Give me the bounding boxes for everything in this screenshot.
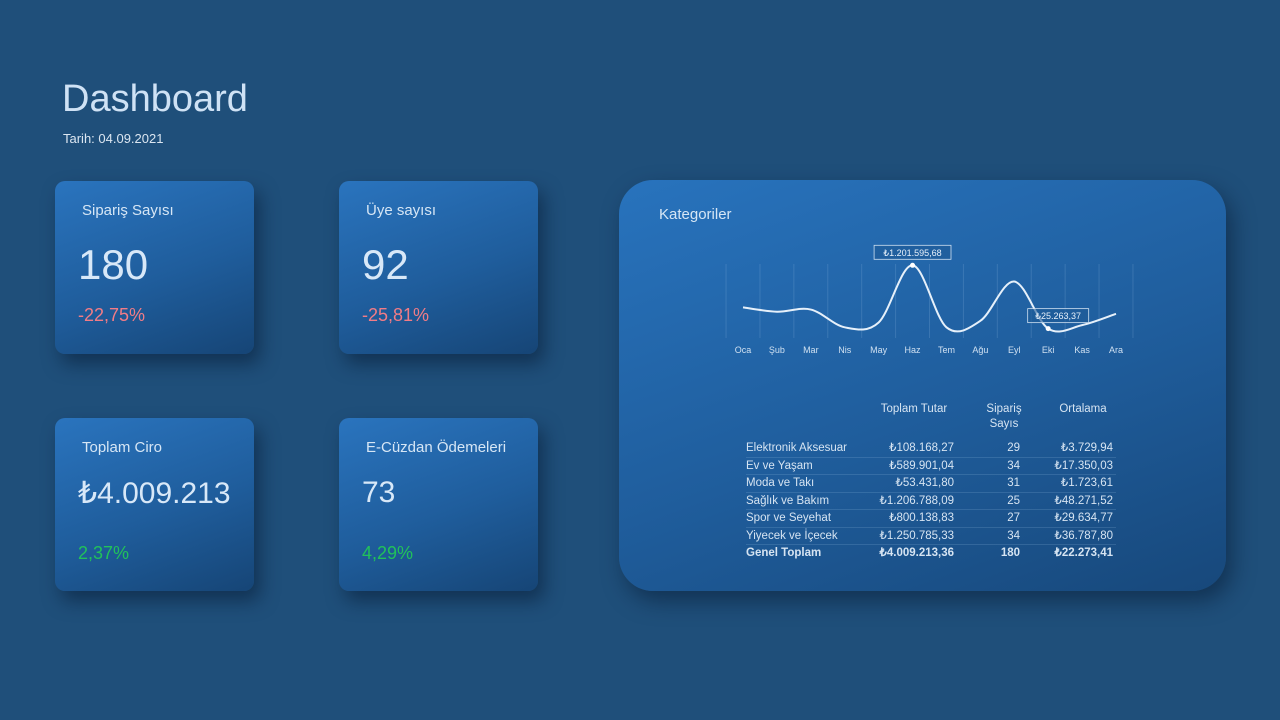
kpi-value: 73 <box>362 476 396 509</box>
column-header-average: Ortalama <box>1059 403 1107 415</box>
x-tick-label: Eki <box>1042 345 1055 355</box>
table-row: Yiyecek ve İçecek ₺1.250.785,33 34 ₺36.7… <box>746 528 1116 545</box>
kpi-card-order-count[interactable]: Sipariş Sayısı 180 -22,75% <box>55 181 254 354</box>
row-average: ₺17.350,03 <box>1054 459 1113 472</box>
categories-panel: Kategoriler Oca Şub Mar Nis May Haz Tem Ağu Eyl E… <box>619 180 1226 591</box>
kpi-value: 92 <box>362 241 409 288</box>
table-row: Elektronik Aksesuar ₺108.168,27 29 ₺3.72… <box>746 440 1116 458</box>
total-label: Genel Toplam <box>746 547 822 559</box>
kpi-value: 180 <box>78 241 149 288</box>
kpi-change: -25,81% <box>362 305 430 325</box>
row-count: 25 <box>1007 494 1020 507</box>
x-tick-label: Oca <box>735 345 752 355</box>
table-row: Sağlık ve Bakım ₺1.206.788,09 25 ₺48.271… <box>746 493 1116 510</box>
x-tick-label: Eyl <box>1008 345 1021 355</box>
row-average: ₺3.729,94 <box>1060 442 1113 454</box>
x-tick-label: Haz <box>905 345 922 355</box>
category-table: Toplam Tutar Sipariş Sayıs Ortalama Elek… <box>746 402 1116 563</box>
row-total: ₺108.168,27 <box>889 442 954 454</box>
row-category: Sağlık ve Bakım <box>746 494 830 507</box>
row-total: ₺589.901,04 <box>889 459 954 472</box>
kpi-change: 2,37% <box>78 543 130 563</box>
annotation-label: ₺1.201.595,68 <box>883 248 941 258</box>
annotation-dot <box>1045 326 1051 332</box>
row-category: Spor ve Seyehat <box>746 512 832 524</box>
table-header: Toplam Tutar Sipariş Sayıs Ortalama <box>746 402 1116 440</box>
row-count: 29 <box>1007 442 1020 454</box>
row-count: 34 <box>1007 459 1020 472</box>
page-title: Dashboard <box>62 78 248 120</box>
page-date: Tarih: 04.09.2021 <box>63 131 164 146</box>
kpi-card-member-count[interactable]: Üye sayısı 92 -25,81% <box>339 181 538 354</box>
row-average: ₺48.271,52 <box>1054 494 1113 507</box>
column-header-total: Toplam Tutar <box>880 403 948 415</box>
row-total: ₺1.206.788,09 <box>879 494 954 507</box>
table-row: Moda ve Takı ₺53.431,80 31 ₺1.723,61 <box>746 475 1116 493</box>
total-average: ₺22.273,41 <box>1054 547 1113 559</box>
x-tick-label: May <box>870 345 888 355</box>
kpi-card-ewallet-payments[interactable]: E-Cüzdan Ödemeleri 73 4,29% <box>339 418 538 591</box>
row-count: 31 <box>1007 477 1020 489</box>
row-category: Ev ve Yaşam <box>746 459 813 472</box>
kpi-value: ₺4.009.213 <box>78 477 231 510</box>
x-tick-label: Şub <box>769 345 785 355</box>
kpi-change: 4,29% <box>362 543 414 563</box>
row-total: ₺800.138,83 <box>889 512 954 524</box>
kpi-label: E-Cüzdan Ödemeleri <box>366 439 507 456</box>
kpi-label: Toplam Ciro <box>82 439 163 456</box>
row-count: 27 <box>1007 512 1020 524</box>
row-count: 34 <box>1007 529 1020 542</box>
row-average: ₺1.723,61 <box>1060 477 1113 489</box>
total-count: 180 <box>1000 547 1020 559</box>
row-category: Yiyecek ve İçecek <box>746 529 838 542</box>
x-tick-label: Tem <box>938 345 955 355</box>
category-line-chart: Oca Şub Mar Nis May Haz Tem Ağu Eyl Eki Kas Ara ₺1.2… <box>725 244 1134 355</box>
annotation-dot <box>910 262 916 268</box>
row-average: ₺36.787,80 <box>1054 529 1113 542</box>
annotation-label: ₺25.263,37 <box>1035 311 1081 321</box>
row-category: Moda ve Takı <box>746 477 815 489</box>
x-tick-label: Kas <box>1074 345 1090 355</box>
table-row: Ev ve Yaşam ₺589.901,04 34 ₺17.350,03 <box>746 458 1116 475</box>
x-tick-label: Nis <box>838 345 851 355</box>
x-tick-label: Ara <box>1109 345 1123 355</box>
total-amount: ₺4.009.213,36 <box>879 547 954 559</box>
dashboard-page: Dashboard Tarih: 04.09.2021 Sipariş Sayı… <box>0 0 1280 720</box>
kpi-label: Sipariş Sayısı <box>82 202 174 219</box>
x-tick-label: Ağu <box>972 345 988 355</box>
row-total: ₺1.250.785,33 <box>879 529 954 542</box>
x-tick-label: Mar <box>803 345 819 355</box>
kpi-label: Üye sayısı <box>366 202 437 219</box>
kpi-card-total-revenue[interactable]: Toplam Ciro ₺4.009.213 2,37% <box>55 418 254 591</box>
table-total-row: Genel Toplam ₺4.009.213,36 180 ₺22.273,4… <box>746 545 1116 563</box>
row-category: Elektronik Aksesuar <box>746 442 847 454</box>
row-average: ₺29.634,77 <box>1054 512 1113 524</box>
kpi-change: -22,75% <box>78 305 146 325</box>
table-row: Spor ve Seyehat ₺800.138,83 27 ₺29.634,7… <box>746 510 1116 528</box>
column-header-count: Sipariş Sayıs <box>986 403 1022 430</box>
row-total: ₺53.431,80 <box>895 477 954 489</box>
